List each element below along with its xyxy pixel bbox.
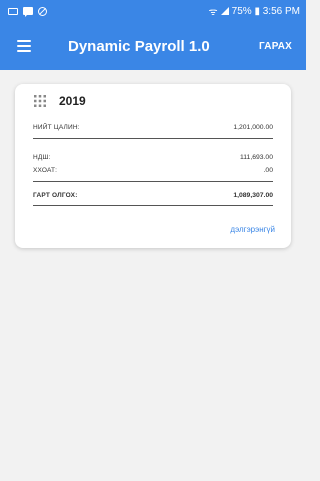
total-salary-value: 1,201,000.00 — [233, 124, 273, 131]
total-salary-label: НИЙТ ЦАЛИН: — [33, 124, 80, 131]
net-pay-row: ГАРТ ОЛГОХ: 1,089,307.00 — [33, 192, 273, 199]
social-insurance-value: 111,693.00 — [239, 154, 273, 161]
income-tax-label: ХХОАТ: — [33, 167, 58, 174]
logout-button[interactable]: ГАРАХ — [259, 41, 292, 52]
salary-card[interactable]: 2019 НИЙТ ЦАЛИН: 1,201,000.00 НДШ: 111,6… — [15, 84, 291, 248]
app-bar: Dynamic Payroll 1.0 ГАРАХ — [0, 22, 306, 70]
menu-icon[interactable] — [4, 22, 44, 70]
battery-time-text: 75% ▮ 3:56 PM — [231, 5, 300, 17]
divider — [33, 181, 273, 182]
message-notification-icon — [23, 7, 33, 17]
app-title: Dynamic Payroll 1.0 — [68, 37, 210, 55]
income-tax-value: .00 — [263, 167, 273, 174]
wifi-icon: ᯤ — [208, 7, 218, 18]
status-left-icons — [8, 6, 47, 17]
social-insurance-row: НДШ: 111,693.00 — [33, 154, 273, 161]
social-insurance-label: НДШ: — [33, 154, 51, 161]
status-right: ᯤ 75% ▮ 3:56 PM — [208, 4, 300, 19]
divider — [33, 205, 273, 206]
signal-icon — [220, 7, 229, 15]
image-notification-icon — [8, 7, 18, 15]
card-header: 2019 — [33, 94, 86, 108]
details-link[interactable]: дэлгэрэнгүй — [230, 225, 275, 234]
card-year: 2019 — [59, 94, 86, 108]
net-pay-value: 1,089,307.00 — [233, 192, 273, 199]
status-bar: ᯤ 75% ▮ 3:56 PM — [0, 0, 306, 22]
total-salary-row: НИЙТ ЦАЛИН: 1,201,000.00 — [33, 124, 273, 131]
do-not-disturb-icon — [38, 6, 47, 16]
income-tax-row: ХХОАТ: .00 — [33, 167, 273, 174]
calendar-icon — [34, 95, 46, 107]
net-pay-label: ГАРТ ОЛГОХ: — [33, 192, 78, 199]
divider — [33, 138, 273, 139]
